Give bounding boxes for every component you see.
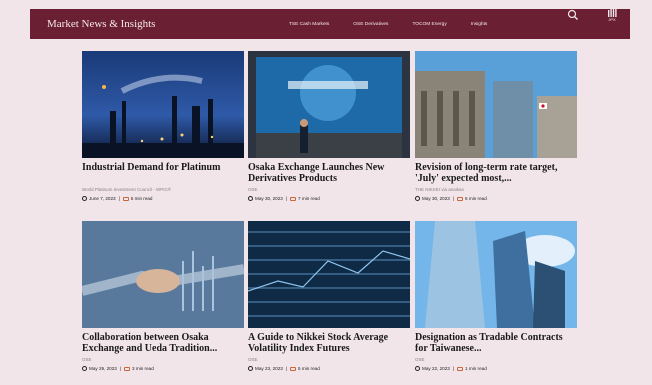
- clock-icon: [415, 196, 420, 201]
- jpx-logo-text: JPX: [608, 17, 616, 22]
- article-card[interactable]: Revision of long-term rate target, 'July…: [415, 51, 577, 201]
- clock-icon: [82, 366, 87, 371]
- book-icon: [457, 366, 464, 371]
- article-meta: May 23, 2023 | 5 min read: [248, 366, 410, 371]
- article-title[interactable]: Revision of long-term rate target, 'July…: [415, 162, 577, 184]
- article-date: May 23, 2023: [255, 366, 283, 371]
- article-title[interactable]: Industrial Demand for Platinum: [82, 162, 244, 184]
- main-nav: TSE Cash Markets OSE Derivatives TOCOM E…: [289, 22, 511, 27]
- article-source: OSE: [415, 357, 425, 362]
- meta-separator: |: [285, 196, 288, 201]
- meta-separator: |: [119, 366, 122, 371]
- nav-item-ose-derivatives[interactable]: OSE Derivatives: [353, 22, 388, 27]
- meta-separator: |: [452, 366, 455, 371]
- article-source: World Platinum Investment Council - WPIC…: [82, 187, 172, 192]
- article-source: OSE: [82, 357, 92, 362]
- article-date: June 7, 2023: [89, 196, 116, 201]
- read-time: 1 min read: [465, 366, 487, 371]
- book-icon: [124, 366, 131, 371]
- clock-icon: [248, 196, 253, 201]
- book-icon: [457, 196, 464, 201]
- article-source: OSE: [248, 187, 258, 192]
- clock-icon: [415, 366, 420, 371]
- article-date: May 30, 2023: [422, 196, 450, 201]
- read-time: 6 min read: [465, 196, 487, 201]
- article-title[interactable]: Designation as Tradable Contracts for Ta…: [415, 332, 577, 354]
- book-icon: [290, 366, 297, 371]
- jpx-logo[interactable]: JPX: [604, 7, 620, 25]
- meta-separator: |: [452, 196, 455, 201]
- data-screen-image[interactable]: [248, 221, 410, 328]
- refinery-night-image[interactable]: [82, 51, 244, 158]
- article-meta: June 7, 2023 | 5 min read: [82, 196, 244, 201]
- article-card[interactable]: Osaka Exchange Launches New Derivatives …: [248, 51, 410, 201]
- nav-item-tocom-energy[interactable]: TOCOM Energy: [412, 22, 446, 27]
- brand-logo[interactable]: Market News & Insights: [47, 18, 247, 30]
- article-meta: May 22, 2023 | 1 min read: [415, 366, 577, 371]
- read-time: 5 min read: [298, 366, 320, 371]
- clock-icon: [82, 196, 87, 201]
- nav-item-tse-cash-markets[interactable]: TSE Cash Markets: [289, 22, 329, 27]
- article-card[interactable]: Designation as Tradable Contracts for Ta…: [415, 221, 577, 371]
- handshake-image[interactable]: [82, 221, 244, 328]
- article-source: THE NIKKEI via anaikan: [415, 187, 465, 192]
- article-meta: May 30, 2023 | 7 min read: [248, 196, 410, 201]
- article-date: May 29, 2023: [89, 366, 117, 371]
- jpx-mark-icon: [607, 7, 617, 17]
- read-time: 3 min read: [132, 366, 154, 371]
- book-icon: [290, 196, 297, 201]
- article-card[interactable]: Industrial Demand for Platinum World Pla…: [82, 51, 244, 201]
- article-meta: May 30, 2023 | 6 min read: [415, 196, 577, 201]
- meta-separator: |: [285, 366, 288, 371]
- article-source: OSE: [248, 357, 258, 362]
- nav-item-insights[interactable]: Insights: [471, 22, 488, 27]
- book-icon: [122, 196, 129, 201]
- article-title[interactable]: Osaka Exchange Launches New Derivatives …: [248, 162, 410, 184]
- bank-building-image[interactable]: [415, 51, 577, 158]
- stage-screen-image[interactable]: [248, 51, 410, 158]
- clock-icon: [248, 366, 253, 371]
- article-card[interactable]: Collaboration between Osaka Exchange and…: [82, 221, 244, 371]
- read-time: 5 min read: [130, 196, 153, 201]
- article-title[interactable]: Collaboration between Osaka Exchange and…: [82, 332, 244, 354]
- skyscraper-image[interactable]: [415, 221, 577, 328]
- article-meta: May 29, 2023 | 3 min read: [82, 366, 244, 371]
- article-title[interactable]: A Guide to Nikkei Stock Average Volatili…: [248, 332, 410, 354]
- article-date: May 22, 2023: [422, 366, 450, 371]
- meta-separator: |: [118, 196, 120, 201]
- search-icon[interactable]: [567, 9, 579, 21]
- top-nav-bar: Market News & Insights TSE Cash Markets …: [30, 9, 630, 39]
- read-time: 7 min read: [298, 196, 320, 201]
- article-date: May 30, 2023: [255, 196, 283, 201]
- article-card[interactable]: A Guide to Nikkei Stock Average Volatili…: [248, 221, 410, 371]
